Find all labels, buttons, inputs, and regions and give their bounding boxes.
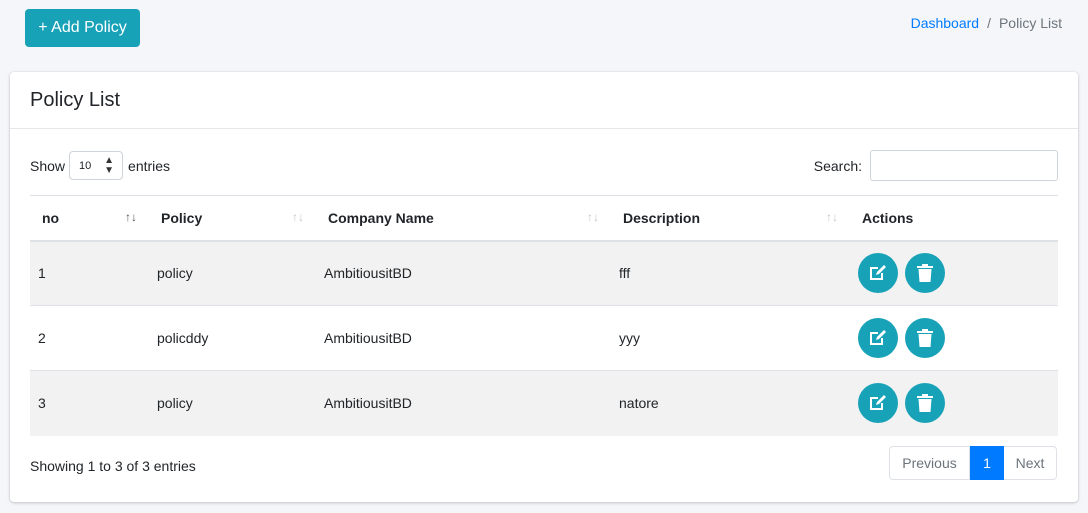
sort-icon: ↑↓ <box>587 210 599 224</box>
cell-description: natore <box>611 370 850 436</box>
cell-policy: policddy <box>149 305 316 371</box>
delete-button[interactable] <box>905 253 945 294</box>
cell-description: yyy <box>611 305 850 371</box>
edit-button[interactable] <box>858 318 898 358</box>
sort-asc-icon: ↑↓ <box>125 210 137 224</box>
search-control: Search: <box>814 150 1058 181</box>
cell-company-name: AmbitiousitBD <box>316 370 611 436</box>
edit-icon <box>870 330 886 345</box>
breadcrumb-dashboard-link[interactable]: Dashboard <box>911 15 980 31</box>
cell-actions <box>850 240 1058 306</box>
trash-icon <box>917 394 933 413</box>
cell-no: 1 <box>30 240 149 306</box>
column-header-no[interactable]: no ↑↓ <box>30 195 149 242</box>
table-row: 3 policy AmbitiousitBD natore <box>30 370 1058 436</box>
column-header-description[interactable]: Description ↑↓ <box>611 195 850 242</box>
cell-company-name: AmbitiousitBD <box>316 240 611 306</box>
breadcrumb-separator: / <box>987 15 991 31</box>
search-label: Search: <box>813 157 862 174</box>
edit-icon <box>870 265 886 281</box>
search-input[interactable] <box>870 150 1058 181</box>
cell-actions <box>850 370 1058 436</box>
entries-length-control: Show 10 ▲ ▼ entries <box>30 150 170 181</box>
table-row: 1 policy AmbitiousitBD fff <box>30 240 1058 306</box>
breadcrumb-current: Policy List <box>998 15 1062 31</box>
delete-button[interactable] <box>905 318 945 358</box>
card-header: Policy List <box>10 72 1078 129</box>
column-header-company-name[interactable]: Company Name ↑↓ <box>316 195 611 242</box>
table-info: Showing 1 to 3 of 3 entries <box>30 458 196 474</box>
entries-label: entries <box>128 157 171 174</box>
sort-icon: ↑↓ <box>292 210 304 224</box>
sort-icon: ↑↓ <box>826 210 838 224</box>
card-title: Policy List <box>30 88 121 111</box>
entries-per-page-value: 10 <box>79 159 92 172</box>
table-row: 2 policddy AmbitiousitBD yyy <box>30 305 1058 371</box>
column-header-label: Actions <box>862 209 914 226</box>
cell-policy: policy <box>149 240 316 306</box>
policy-list-card: Policy List Show 10 ▲ ▼ entries Search: n… <box>10 72 1078 502</box>
page-1-button[interactable]: 1 <box>970 446 1004 480</box>
column-header-label: Policy <box>161 209 203 226</box>
trash-icon <box>917 264 933 283</box>
previous-page-button[interactable]: Previous <box>889 446 970 480</box>
column-header-label: no <box>42 209 60 226</box>
select-arrows-icon: ▲ ▼ <box>104 154 115 176</box>
add-policy-button[interactable]: + Add Policy <box>25 9 140 47</box>
column-header-policy[interactable]: Policy ↑↓ <box>149 195 316 242</box>
delete-button[interactable] <box>905 383 945 424</box>
cell-policy: policy <box>149 370 316 436</box>
column-header-label: Company Name <box>328 209 434 226</box>
edit-icon <box>870 395 886 411</box>
policy-table: no ↑↓ Policy ↑↓ Company Name ↑↓ Description… <box>30 195 1058 436</box>
pagination: Previous 1 Next <box>889 446 1057 480</box>
show-label: Show <box>30 157 66 174</box>
edit-button[interactable] <box>858 383 898 424</box>
edit-button[interactable] <box>858 253 898 294</box>
trash-icon <box>917 329 933 347</box>
next-page-button[interactable]: Next <box>1004 446 1057 480</box>
column-header-label: Description <box>623 209 701 226</box>
cell-description: fff <box>611 240 850 306</box>
table-header-row: no ↑↓ Policy ↑↓ Company Name ↑↓ Description… <box>30 195 1058 242</box>
entries-per-page-select[interactable]: 10 ▲ ▼ <box>69 151 124 180</box>
cell-actions <box>850 305 1058 371</box>
column-header-actions: Actions <box>850 195 1058 242</box>
cell-company-name: AmbitiousitBD <box>316 305 611 371</box>
cell-no: 3 <box>30 370 149 436</box>
cell-no: 2 <box>30 305 149 371</box>
breadcrumb: Dashboard / Policy List <box>911 15 1062 31</box>
